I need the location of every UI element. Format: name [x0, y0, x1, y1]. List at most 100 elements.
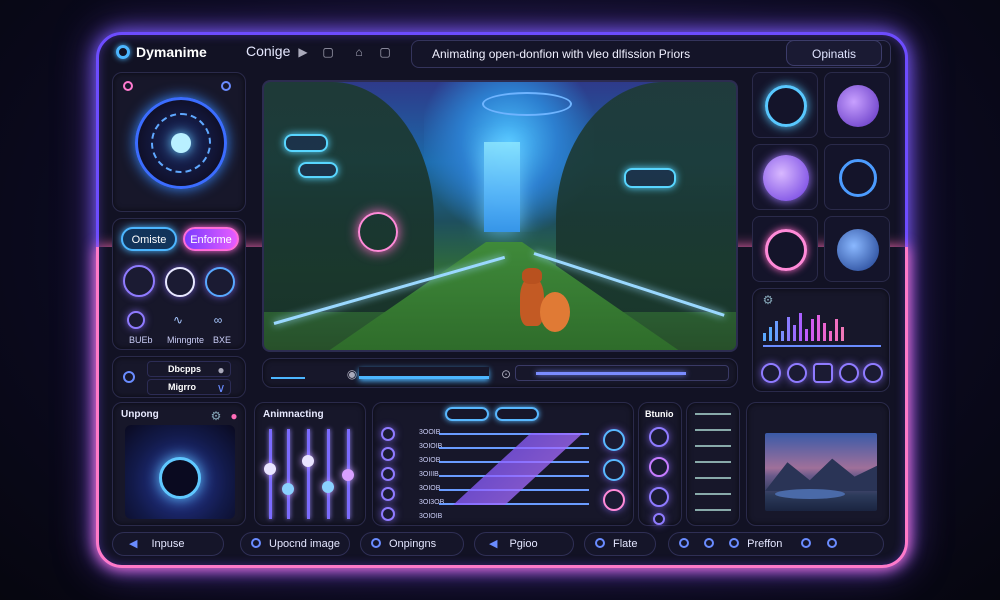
- dropdown-1[interactable]: Dbcpps ●: [147, 361, 231, 377]
- audio-button-3[interactable]: [813, 363, 833, 383]
- slider-knob-5[interactable]: [342, 469, 354, 481]
- dial-mid-icon[interactable]: [165, 267, 195, 297]
- slider-track-4[interactable]: [327, 429, 330, 519]
- radar-icon: [765, 85, 807, 127]
- target-ring-icon[interactable]: [358, 212, 398, 252]
- slider-track-3[interactable]: [307, 429, 310, 519]
- hud-panel-3[interactable]: [624, 168, 676, 188]
- toggles-panel: Dbcpps ● Migrro ∨: [112, 356, 246, 398]
- layer-icon-4[interactable]: [381, 487, 395, 501]
- preferences-icon: [729, 538, 740, 548]
- hud-panel-2[interactable]: [298, 162, 338, 178]
- frame-icon[interactable]: ▢: [321, 45, 335, 59]
- layer-icon-2[interactable]: [381, 447, 395, 461]
- record-icon[interactable]: [123, 81, 133, 91]
- slider-knob-3[interactable]: [302, 455, 314, 467]
- studio-icon-4[interactable]: [653, 513, 665, 525]
- bottom-item-inpuse[interactable]: ◀ Inpuse: [112, 532, 224, 556]
- layer-side-icon-1[interactable]: [603, 429, 625, 451]
- moon-icon[interactable]: [221, 81, 231, 91]
- timeline-track-1[interactable]: [359, 367, 489, 379]
- audio-panel: ⚙: [752, 288, 890, 392]
- split-icon[interactable]: ⊙: [499, 367, 513, 381]
- mixer-line: [695, 477, 731, 479]
- timeline-track-2[interactable]: [515, 365, 729, 381]
- settings-icon: [371, 538, 381, 548]
- studio-icon-3[interactable]: [649, 487, 669, 507]
- thumb-earth[interactable]: [824, 216, 890, 282]
- wave-icon[interactable]: ∿: [171, 313, 185, 327]
- square-icon[interactable]: ▢: [378, 45, 392, 59]
- bottom-item-pgioo[interactable]: ◀ Pgioo: [474, 532, 574, 556]
- lock-icon[interactable]: ⌂: [352, 45, 366, 59]
- mixer-line: [695, 493, 731, 495]
- thumb-ring[interactable]: [752, 216, 818, 282]
- omiste-button[interactable]: Omiste: [121, 227, 177, 251]
- slider-knob-1[interactable]: [264, 463, 276, 475]
- list-label: 3OOIB: [419, 429, 441, 436]
- bottom-item-onpingns[interactable]: Onpingns: [360, 532, 464, 556]
- dot-icon: ●: [217, 363, 225, 377]
- studio-icon-1[interactable]: [649, 427, 669, 447]
- settings-icon[interactable]: ⚙: [761, 293, 775, 307]
- bottom-item-upload[interactable]: Upocnd image: [240, 532, 350, 556]
- dot-pink-icon[interactable]: ●: [227, 409, 241, 423]
- link-icon[interactable]: ∞: [211, 313, 225, 327]
- eye-icon: [839, 159, 877, 197]
- bottom-item-flate[interactable]: Flate: [584, 532, 656, 556]
- lake: [775, 489, 845, 499]
- dial-left-icon[interactable]: [123, 265, 155, 297]
- layer-icon-1[interactable]: [381, 427, 395, 441]
- audio-button-5[interactable]: [863, 363, 883, 383]
- landscape-preview[interactable]: [765, 433, 877, 511]
- keyframe-ribbon[interactable]: [453, 433, 583, 505]
- animating-title: Animnacting: [263, 409, 324, 420]
- hud-panel-1[interactable]: [284, 134, 328, 152]
- options-button[interactable]: Opinatis: [786, 40, 882, 66]
- layer-side-icon-2[interactable]: [603, 459, 625, 481]
- mixer-line: [695, 461, 731, 463]
- slider-track-2[interactable]: [287, 429, 290, 519]
- list-label: 3OIOB: [419, 457, 441, 464]
- dropdown-2[interactable]: Migrro ∨: [147, 379, 231, 395]
- record-icon[interactable]: ◉: [345, 367, 359, 381]
- layer-icon-5[interactable]: [381, 507, 395, 521]
- landscape-panel: [746, 402, 890, 526]
- mixer-line: [695, 429, 731, 431]
- audio-baseline: [763, 345, 881, 347]
- thumb-radar[interactable]: [752, 72, 818, 138]
- forest-left: [264, 82, 434, 312]
- mixer-line: [695, 445, 731, 447]
- slider-knob-2[interactable]: [282, 483, 294, 495]
- record-small-icon[interactable]: [127, 311, 145, 329]
- audio-button-4[interactable]: [839, 363, 859, 383]
- thumb-planet-1[interactable]: [824, 72, 890, 138]
- gear-icon[interactable]: ⚙: [209, 409, 223, 423]
- slider-knob-4[interactable]: [322, 481, 334, 493]
- bottom-item-preffon[interactable]: Preffon: [668, 532, 884, 556]
- cosmic-preview[interactable]: [125, 425, 235, 519]
- mixer-line: [695, 413, 731, 415]
- layer-icon-3[interactable]: [381, 467, 395, 481]
- layer-side-icon-3[interactable]: [603, 489, 625, 511]
- thumb-eye[interactable]: [824, 144, 890, 210]
- flag-icon: [595, 538, 605, 548]
- audio-button-1[interactable]: [761, 363, 781, 383]
- play-back-icon: ◀: [129, 538, 138, 550]
- audio-button-2[interactable]: [787, 363, 807, 383]
- layer-tab-1[interactable]: [445, 407, 489, 421]
- layer-tab-2[interactable]: [495, 407, 539, 421]
- thumb-planet-2[interactable]: [752, 144, 818, 210]
- light-portal: [484, 142, 520, 232]
- studio-icon-2[interactable]: [649, 457, 669, 477]
- play-icon[interactable]: ▶: [296, 45, 310, 59]
- circle-icon-3: [801, 538, 812, 548]
- chevron-down-icon: ∨: [216, 381, 226, 395]
- bottom-bar: ◀ Inpuse Upocnd image Onpingns ◀ Pgioo Fla…: [112, 532, 888, 558]
- toggle-icon[interactable]: [123, 371, 135, 383]
- power-icon[interactable]: [205, 267, 235, 297]
- planet-violet-icon: [763, 155, 809, 201]
- menu-item[interactable]: Conige: [246, 43, 290, 59]
- enforme-button[interactable]: Enforme: [183, 227, 239, 251]
- video-preview[interactable]: [262, 80, 738, 352]
